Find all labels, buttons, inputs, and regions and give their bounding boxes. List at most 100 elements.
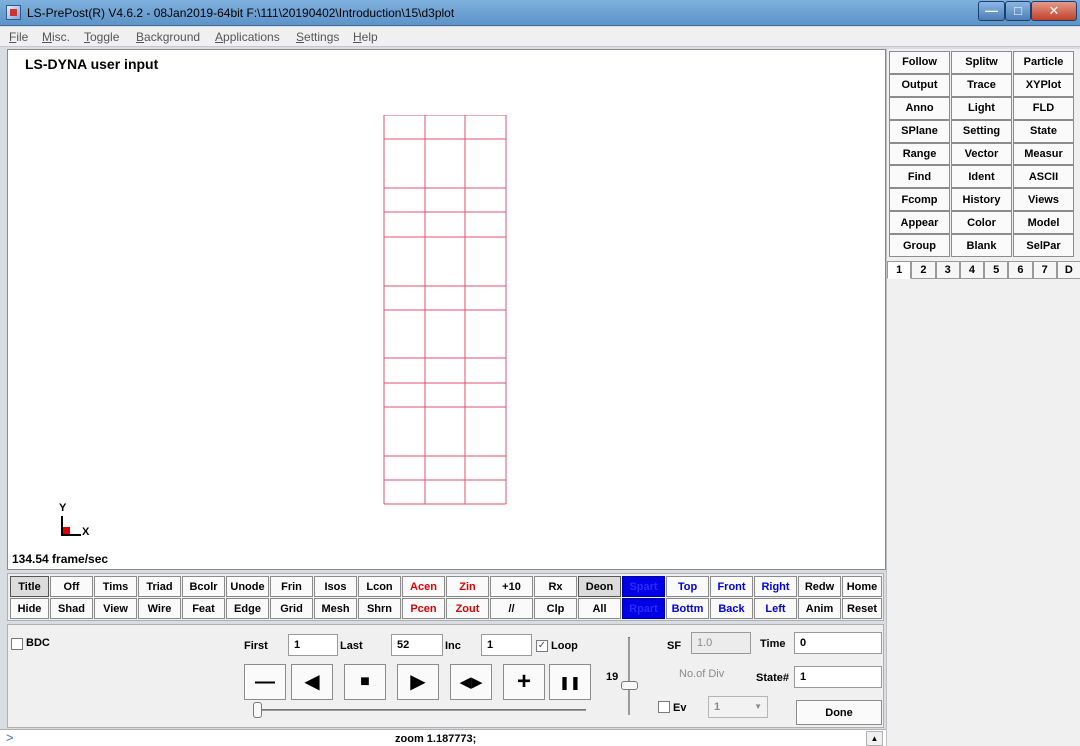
last-input[interactable]: 52 — [391, 634, 443, 656]
ev-checkbox[interactable] — [658, 701, 670, 713]
close-button[interactable]: ✕ — [1031, 1, 1077, 21]
menu-toggle[interactable]: Toggle — [84, 30, 119, 44]
reset-button[interactable]: Reset — [842, 598, 882, 619]
grid-button[interactable]: Grid — [270, 598, 313, 619]
splitw-button[interactable]: Splitw — [951, 51, 1012, 74]
inc-input[interactable]: 1 — [481, 634, 532, 656]
clp-button[interactable]: Clp — [534, 598, 577, 619]
anim-button[interactable]: Anim — [798, 598, 841, 619]
tab-page-1[interactable]: 1 — [887, 261, 912, 279]
views-button[interactable]: Views — [1013, 188, 1074, 212]
selpar-button[interactable]: SelPar — [1013, 234, 1074, 258]
graphics-viewport[interactable]: LS-DYNA user input Y X 134.54 frame/sec — [7, 49, 886, 570]
step-plus-button[interactable]: + — [503, 664, 545, 700]
all-button[interactable]: All — [578, 598, 621, 619]
acen-button[interactable]: Acen — [402, 576, 445, 597]
fcomp-button[interactable]: Fcomp — [889, 188, 950, 212]
top-view-button[interactable]: Top — [666, 576, 709, 597]
front-view-button[interactable]: Front — [710, 576, 753, 597]
rpart-button[interactable]: Rpart — [622, 598, 665, 619]
done-button[interactable]: Done — [796, 700, 882, 725]
pause-button[interactable]: ❚❚ — [549, 664, 591, 700]
blank-button[interactable]: Blank — [951, 234, 1012, 258]
tims-button[interactable]: Tims — [94, 576, 137, 597]
home-button[interactable]: Home — [842, 576, 882, 597]
mesh-button[interactable]: Mesh — [314, 598, 357, 619]
frame-slider-thumb[interactable] — [253, 702, 262, 718]
frin-button[interactable]: Frin — [270, 576, 313, 597]
plus-10-button[interactable]: +10 — [490, 576, 533, 597]
step-minus-button[interactable]: — — [244, 664, 286, 700]
maximize-button[interactable]: □ — [1005, 1, 1031, 21]
tab-page-4[interactable]: 4 — [959, 261, 984, 279]
output-button[interactable]: Output — [889, 73, 950, 97]
lcon-button[interactable]: Lcon — [358, 576, 401, 597]
find-button[interactable]: Find — [889, 165, 950, 189]
mesh-model[interactable] — [383, 115, 509, 505]
first-input[interactable]: 1 — [288, 634, 338, 656]
xyplot-button[interactable]: XYPlot — [1013, 73, 1074, 97]
spart-button[interactable]: Spart — [622, 576, 665, 597]
bdc-checkbox[interactable] — [11, 638, 23, 650]
tab-page-6[interactable]: 6 — [1008, 261, 1033, 279]
ascii-button[interactable]: ASCII — [1013, 165, 1074, 189]
frame-slider-track[interactable] — [253, 709, 586, 711]
parallel-button[interactable]: // — [490, 598, 533, 619]
deon-button[interactable]: Deon — [578, 576, 621, 597]
zout-button[interactable]: Zout — [446, 598, 489, 619]
redw-button[interactable]: Redw — [798, 576, 841, 597]
off-button[interactable]: Off — [50, 576, 93, 597]
measur-button[interactable]: Measur — [1013, 142, 1074, 166]
title-button[interactable]: Title — [10, 576, 49, 597]
feat-button[interactable]: Feat — [182, 598, 225, 619]
light-button[interactable]: Light — [951, 96, 1012, 120]
speed-slider-thumb[interactable] — [621, 681, 638, 690]
shrn-button[interactable]: Shrn — [358, 598, 401, 619]
rx-button[interactable]: Rx — [534, 576, 577, 597]
fld-button[interactable]: FLD — [1013, 96, 1074, 120]
menu-settings[interactable]: Settings — [296, 30, 339, 44]
menu-file[interactable]: File — [9, 30, 28, 44]
isos-button[interactable]: Isos — [314, 576, 357, 597]
vector-button[interactable]: Vector — [951, 142, 1012, 166]
color-button[interactable]: Color — [951, 211, 1012, 235]
view-button[interactable]: View — [94, 598, 137, 619]
range-button[interactable]: Range — [889, 142, 950, 166]
pcen-button[interactable]: Pcen — [402, 598, 445, 619]
trace-button[interactable]: Trace — [951, 73, 1012, 97]
left-view-button[interactable]: Left — [754, 598, 797, 619]
play-bounce-button[interactable]: ◀▶ — [450, 664, 492, 700]
play-backward-button[interactable]: ◀ — [291, 664, 333, 700]
hide-button[interactable]: Hide — [10, 598, 49, 619]
anno-button[interactable]: Anno — [889, 96, 950, 120]
particle-button[interactable]: Particle — [1013, 51, 1074, 74]
sf-input[interactable]: 1.0 — [691, 632, 751, 654]
minimize-button[interactable]: — — [978, 1, 1005, 21]
model-button[interactable]: Model — [1013, 211, 1074, 235]
menu-background[interactable]: Background — [136, 30, 200, 44]
wire-button[interactable]: Wire — [138, 598, 181, 619]
shad-button[interactable]: Shad — [50, 598, 93, 619]
div-select[interactable]: 1 ▼ — [708, 696, 768, 718]
tab-page-7[interactable]: 7 — [1032, 261, 1057, 279]
speed-slider-track[interactable] — [628, 637, 630, 715]
command-line[interactable]: > zoom 1.187773; ▲ — [0, 729, 886, 746]
unode-button[interactable]: Unode — [226, 576, 269, 597]
splane-button[interactable]: SPlane — [889, 119, 950, 143]
bcolr-button[interactable]: Bcolr — [182, 576, 225, 597]
tab-page-5[interactable]: 5 — [984, 261, 1009, 279]
triad-button[interactable]: Triad — [138, 576, 181, 597]
appear-button[interactable]: Appear — [889, 211, 950, 235]
zin-button[interactable]: Zin — [446, 576, 489, 597]
stop-button[interactable]: ■ — [344, 664, 386, 700]
edge-button[interactable]: Edge — [226, 598, 269, 619]
menu-help[interactable]: Help — [353, 30, 378, 44]
state-button[interactable]: State — [1013, 119, 1074, 143]
scroll-up-icon[interactable]: ▲ — [866, 731, 883, 746]
bottom-view-button[interactable]: Bottm — [666, 598, 709, 619]
right-view-button[interactable]: Right — [754, 576, 797, 597]
play-forward-button[interactable]: ▶ — [397, 664, 439, 700]
back-view-button[interactable]: Back — [710, 598, 753, 619]
state-input[interactable]: 1 — [794, 666, 882, 688]
tab-page-3[interactable]: 3 — [935, 261, 960, 279]
